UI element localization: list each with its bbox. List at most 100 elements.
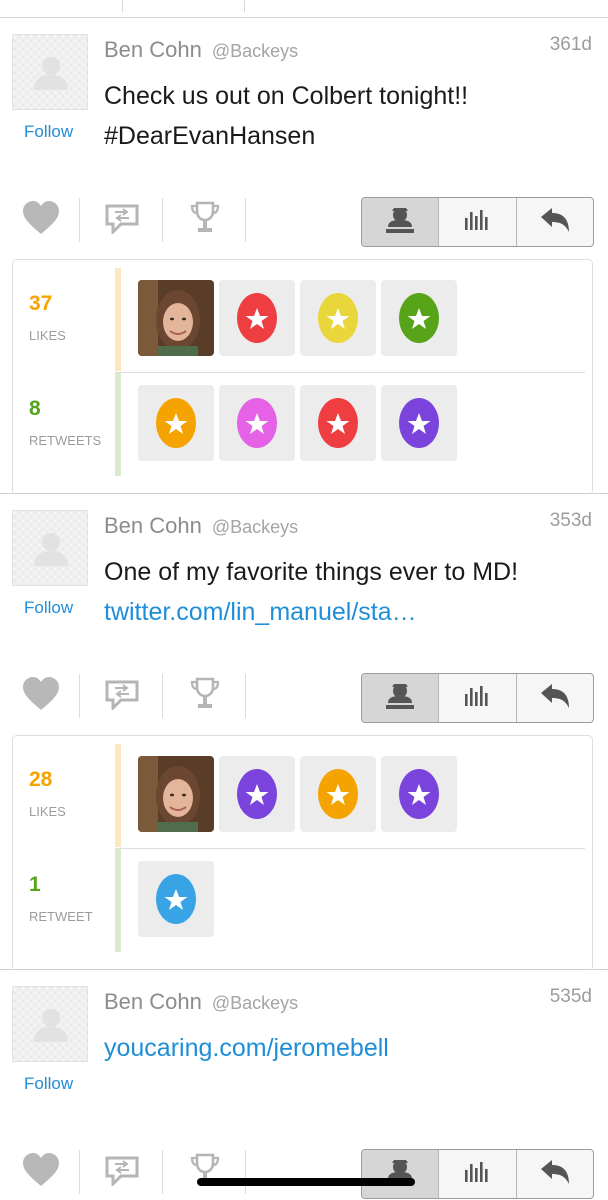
divider [245,674,246,718]
display-name: Ben Cohn [104,989,202,1014]
avatar[interactable] [12,510,88,586]
retweet-icon [105,1154,139,1191]
retweet-button[interactable] [94,1144,150,1200]
divider [245,1150,246,1194]
action-bar [0,192,608,252]
egg-icon [395,287,443,350]
avatar[interactable] [12,34,88,110]
egg-avatar[interactable] [219,280,295,356]
tweet-text-line: Check us out on Colbert tonight!! [104,82,469,110]
reply-button[interactable] [517,1150,593,1198]
home-indicator[interactable] [197,1178,415,1186]
retweet-icon [105,202,139,239]
reply-icon [539,1158,571,1191]
divider [115,372,585,373]
divider [115,848,585,849]
likes-label: LIKES [29,804,66,819]
like-button[interactable] [13,192,69,248]
retweets-bar [115,373,121,476]
egg-icon [395,392,443,455]
profile-icon [384,205,416,240]
author-name[interactable]: Ben Cohn @Backeys [104,989,298,1015]
divider [162,674,163,718]
profile-icon [384,681,416,716]
likes-count: 37 [29,292,53,315]
tweet-text: Check us out on Colbert tonight!! #DearEv… [104,76,596,156]
retweets-count: 1 [29,873,41,896]
egg-avatar[interactable] [219,385,295,461]
avatar[interactable] [12,986,88,1062]
egg-avatar[interactable] [138,861,214,937]
tweet-card: Follow Ben Cohn @Backeys 361d Check us out o… [0,18,608,495]
tweet-link[interactable]: youcaring.com/jeromebell [104,1028,596,1068]
tweet-text-line: #DearEvanHansen [104,122,316,150]
egg-icon [395,763,443,826]
timestamp: 361d [549,34,592,55]
egg-avatar[interactable] [381,756,457,832]
engagement-panel: 37 LIKES 8 RETWEETS [12,259,593,495]
egg-avatar[interactable] [300,756,376,832]
tweet-link[interactable]: twitter.com/lin_manuel/sta… [104,592,596,632]
egg-avatar[interactable] [381,385,457,461]
stats-tab[interactable] [439,1150,517,1198]
tweet-text: One of my favorite things ever to MD! twi… [104,552,596,632]
retweet-icon [105,678,139,715]
retweet-button[interactable] [94,192,150,248]
egg-icon [233,763,281,826]
egg-avatar[interactable] [300,280,376,356]
reply-button[interactable] [517,198,593,246]
profile-tab[interactable] [362,1150,440,1198]
egg-icon [152,868,200,931]
egg-icon [314,392,362,455]
heart-icon [21,1152,61,1193]
like-button[interactable] [13,1144,69,1200]
divider [244,0,245,12]
stats-icon [463,1160,491,1189]
trophy-button[interactable] [177,192,233,248]
author-name[interactable]: Ben Cohn @Backeys [104,37,298,63]
profile-tab[interactable] [362,674,440,722]
follow-button[interactable]: Follow [24,598,73,618]
trophy-icon [190,677,220,716]
retweet-button[interactable] [94,668,150,724]
divider [79,1150,80,1194]
divider [79,674,80,718]
engagement-panel: 28 LIKES 1 RETWEET [12,735,593,971]
user-avatar[interactable] [138,280,214,356]
view-toggle [361,197,594,247]
action-bar [0,1144,608,1200]
trophy-button[interactable] [177,668,233,724]
tweet-text-line: One of my favorite things ever to MD! [104,558,519,586]
egg-avatar[interactable] [381,280,457,356]
stats-icon [463,684,491,713]
egg-icon [233,287,281,350]
display-name: Ben Cohn [104,513,202,538]
divider [162,1150,163,1194]
likes-label: LIKES [29,328,66,343]
stats-tab[interactable] [439,198,517,246]
reply-button[interactable] [517,674,593,722]
divider [162,198,163,242]
like-button[interactable] [13,668,69,724]
follow-button[interactable]: Follow [24,1074,73,1094]
egg-avatar[interactable] [138,385,214,461]
heart-icon [21,200,61,241]
egg-icon [314,763,362,826]
author-name[interactable]: Ben Cohn @Backeys [104,513,298,539]
egg-icon [314,287,362,350]
view-toggle [361,673,594,723]
egg-avatar[interactable] [300,385,376,461]
stats-tab[interactable] [439,674,517,722]
timestamp: 353d [549,510,592,531]
user-avatar[interactable] [138,756,214,832]
profile-tab[interactable] [362,198,440,246]
divider [245,198,246,242]
reply-icon [539,206,571,239]
heart-icon [21,676,61,717]
tweet-card: Follow Ben Cohn @Backeys 535d youcaring.com/… [0,970,608,1200]
action-bar [0,668,608,728]
likes-bar [115,268,121,371]
follow-button[interactable]: Follow [24,122,73,142]
egg-avatar[interactable] [219,756,295,832]
trophy-button[interactable] [177,1144,233,1200]
